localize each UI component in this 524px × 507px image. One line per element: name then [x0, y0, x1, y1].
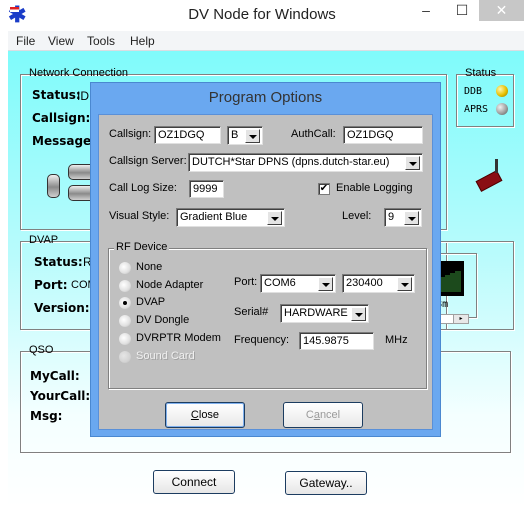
yourcall-label: YourCall:: [30, 389, 91, 403]
chevron-down-icon[interactable]: [245, 129, 260, 143]
ddb-status-led-icon: [496, 85, 508, 97]
menu-bar: File View Tools Help: [8, 31, 524, 51]
connect-button[interactable]: Connect: [153, 470, 235, 494]
program-options-dialog: Program Options Callsign: OZ1DGQ B AuthC…: [90, 82, 441, 437]
menu-view[interactable]: View: [48, 34, 74, 48]
slider-right-arrow-icon[interactable]: ▸: [453, 315, 468, 323]
network-callsign-label: Callsign:: [32, 111, 91, 125]
rf-device-group: RF Device None Node Adapter DVAP DV Dong…: [108, 241, 427, 389]
dialog-body: Callsign: OZ1DGQ B AuthCall: OZ1DGQ Call…: [98, 114, 433, 430]
callsign-label: Callsign:: [109, 128, 152, 140]
enable-logging-checkbox[interactable]: ✔: [318, 183, 330, 195]
radio-none-label[interactable]: None: [136, 261, 162, 273]
authcall-label: AuthCall:: [291, 128, 336, 140]
logging-label: Enable Logging: [336, 182, 413, 194]
title-bar: ✱ DV Node for Windows ‒ ☐ ✕: [0, 0, 524, 31]
antenna-icon: [495, 159, 498, 173]
msg-label: Msg:: [30, 409, 63, 423]
window-title: DV Node for Windows: [188, 6, 336, 23]
module-select[interactable]: B: [227, 126, 263, 145]
dialog-title: Program Options: [208, 89, 323, 106]
baud-value: 230400: [346, 277, 383, 289]
serial-value: HARDWARE: [284, 307, 348, 319]
network-status-label: Status:: [32, 88, 81, 102]
chevron-down-icon[interactable]: [267, 211, 282, 225]
style-select[interactable]: Gradient Blue: [176, 208, 285, 227]
chevron-down-icon[interactable]: [397, 277, 412, 291]
status-group: Status DDB APRS: [456, 67, 514, 127]
logsize-input[interactable]: 9999: [189, 180, 224, 198]
close-button[interactable]: Close: [165, 402, 245, 428]
style-label: Visual Style:: [109, 210, 170, 222]
mycall-label: MyCall:: [30, 369, 80, 383]
radio-node-adapter-label[interactable]: Node Adapter: [136, 279, 203, 291]
port-select[interactable]: COM6: [260, 274, 336, 293]
menu-tools[interactable]: Tools: [87, 34, 115, 48]
radio-node-adapter[interactable]: [119, 280, 131, 292]
minimize-button[interactable]: ‒: [412, 0, 440, 21]
server-value: DUTCH*Star DPNS (dpns.dutch-star.eu): [192, 156, 390, 168]
qso-legend: QSO: [29, 344, 54, 356]
server-select[interactable]: DUTCH*Star DPNS (dpns.dutch-star.eu): [188, 153, 423, 172]
frequency-unit: MHz: [385, 334, 408, 346]
port-value: COM6: [264, 277, 296, 289]
signal-bar: [455, 271, 461, 292]
rf-legend: RF Device: [114, 241, 170, 253]
chevron-down-icon[interactable]: [404, 211, 419, 225]
frequency-label: Frequency:: [234, 334, 290, 346]
authcall-input[interactable]: OZ1DGQ: [343, 126, 423, 144]
network-message-label: Message:: [32, 134, 96, 148]
aprs-status-led-icon: [496, 103, 508, 115]
close-window-button[interactable]: ✕: [479, 0, 524, 21]
server-label: Callsign Server:: [109, 155, 187, 167]
style-value: Gradient Blue: [180, 211, 248, 223]
network-legend: Network Connection: [29, 67, 129, 79]
port-label: Port:: [234, 276, 258, 288]
radio-dvrptr-label[interactable]: DVRPTR Modem: [136, 332, 221, 344]
serial-select[interactable]: HARDWARE: [280, 304, 369, 323]
radio-dvap-label[interactable]: DVAP: [136, 296, 165, 308]
menu-help[interactable]: Help: [130, 34, 155, 48]
dvap-version-label: Version:: [34, 301, 90, 315]
frequency-input[interactable]: 145.9875: [299, 332, 374, 350]
logsize-label: Call Log Size:: [109, 182, 177, 194]
callsign-input[interactable]: OZ1DGQ: [154, 126, 221, 144]
status-legend: Status: [465, 67, 497, 79]
dvap-status-label: Status:: [34, 255, 83, 269]
radio-dvap[interactable]: [119, 297, 131, 309]
gateway-button[interactable]: Gateway..: [285, 471, 367, 495]
radio-none[interactable]: [119, 262, 131, 274]
maximize-button[interactable]: ☐: [448, 0, 476, 21]
module-value: B: [231, 129, 239, 141]
cancel-button[interactable]: Cancel: [283, 402, 363, 428]
level-select[interactable]: 9: [384, 208, 422, 227]
radio-dv-dongle[interactable]: [119, 315, 131, 327]
level-label: Level:: [342, 210, 372, 222]
menu-file[interactable]: File: [16, 34, 35, 48]
level-value: 9: [388, 211, 395, 223]
chevron-down-icon[interactable]: [318, 277, 333, 291]
serial-label: Serial#: [234, 306, 269, 318]
aprs-label: APRS: [464, 104, 489, 115]
baud-select[interactable]: 230400: [342, 274, 415, 293]
radio-dvrptr-modem[interactable]: [119, 333, 131, 345]
dvap-device-icon: [475, 170, 503, 192]
radio-dv-dongle-label[interactable]: DV Dongle: [136, 314, 189, 326]
ddb-label: DDB: [464, 86, 483, 97]
radio-sound-card-label: Sound Card: [136, 350, 195, 362]
radio-sound-card: [119, 351, 131, 363]
toggle-switch[interactable]: [47, 174, 60, 198]
dvap-legend: DVAP: [29, 234, 59, 246]
dvap-port-label: Port:: [34, 278, 68, 292]
chevron-down-icon[interactable]: [405, 156, 420, 170]
chevron-down-icon[interactable]: [351, 307, 366, 321]
